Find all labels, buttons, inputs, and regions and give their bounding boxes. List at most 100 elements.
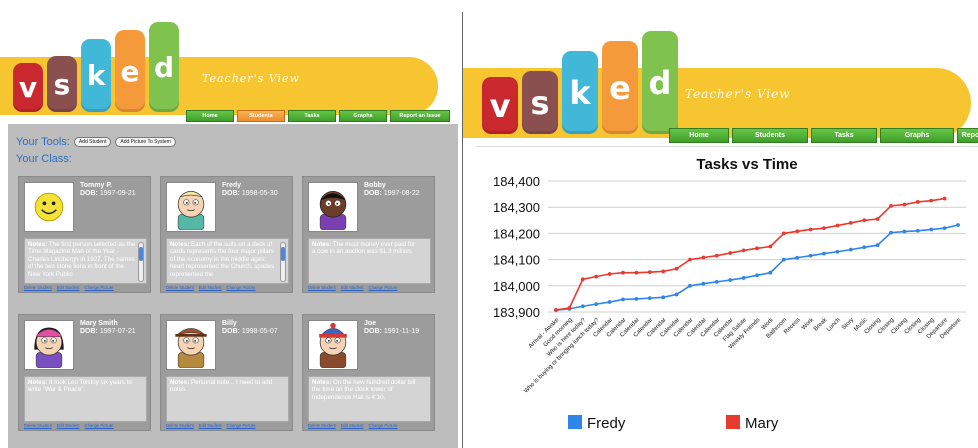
y-tick-label: 183,900: [493, 305, 540, 320]
notes-label: Notes:: [312, 379, 332, 386]
data-point-fredy: [674, 292, 679, 297]
edit-student-link[interactable]: Edit Student: [199, 423, 222, 428]
series-line-mary: [555, 197, 945, 311]
legend-label-mary: Mary: [745, 415, 779, 432]
nav-tab-students[interactable]: Students: [732, 128, 808, 143]
student-photo[interactable]: [166, 182, 216, 232]
nav-tab-report-an-issue[interactable]: Report an Issue: [957, 128, 978, 143]
edit-student-link[interactable]: Edit Student: [57, 285, 80, 290]
dob-value: 1991-11-19: [383, 328, 420, 335]
data-point-fredy: [862, 245, 867, 250]
delete-student-link[interactable]: Delete Student: [308, 423, 336, 428]
data-point-fredy: [580, 304, 585, 309]
student-photo[interactable]: [308, 320, 358, 370]
notes-label: Notes:: [312, 241, 332, 248]
data-point-mary: [701, 255, 706, 260]
nav-tab-tasks[interactable]: Tasks: [288, 110, 336, 122]
edit-student-link[interactable]: Edit Student: [341, 285, 364, 290]
chart-title: Tasks vs Time: [696, 156, 797, 173]
scrollbar-thumb[interactable]: [139, 247, 143, 261]
data-point-fredy: [929, 227, 934, 232]
data-point-fredy: [889, 230, 893, 235]
student-name: Bobby: [364, 182, 386, 189]
notes-label: Notes:: [170, 379, 190, 386]
student-dob: DOB: 1998-05-07: [222, 328, 278, 335]
nav-tab-home[interactable]: Home: [669, 128, 729, 143]
nav-tab-graphs[interactable]: Graphs: [880, 128, 954, 143]
data-point-mary: [714, 253, 719, 258]
data-point-fredy: [647, 296, 652, 301]
logo-letter-d: d: [642, 31, 678, 134]
data-point-mary: [929, 198, 934, 203]
data-point-fredy: [902, 229, 907, 234]
delete-student-link[interactable]: Delete Student: [166, 423, 194, 428]
edit-student-link[interactable]: Edit Student: [57, 423, 80, 428]
add-student-button[interactable]: Add Student: [73, 137, 112, 147]
delete-student-link[interactable]: Delete Student: [308, 285, 336, 290]
data-point-mary: [822, 226, 826, 231]
student-actions: Delete Student Edit Student Change Picture: [308, 285, 397, 290]
main-nav: HomeStudentsTasksGraphsReport an Issue: [186, 110, 450, 122]
change-picture-link[interactable]: Change Picture: [85, 285, 114, 290]
student-name: Tommy P.: [80, 182, 113, 189]
change-picture-link[interactable]: Change Picture: [227, 423, 256, 428]
nav-tab-tasks[interactable]: Tasks: [811, 128, 877, 143]
student-dob: DOB: 1997-09-21: [80, 190, 136, 197]
data-point-mary: [862, 218, 867, 223]
student-notes: Notes: The first person selected as the …: [24, 238, 147, 284]
student-dob: DOB: 1998-05-30: [222, 190, 278, 197]
data-point-fredy: [915, 228, 920, 233]
tasks-vs-time-chart: Tasks vs Time 183,900 184,000 184,100 184,20…: [493, 156, 966, 432]
nav-tab-graphs[interactable]: Graphs: [339, 110, 387, 122]
data-point-mary: [647, 270, 652, 275]
data-point-fredy: [808, 253, 813, 258]
scrollbar-thumb[interactable]: [281, 247, 285, 261]
students-content: Your Tools: Add Student Add Picture To S…: [8, 124, 458, 448]
student-notes: Notes: Each of the suits on a deck of ca…: [166, 238, 289, 284]
student-notes: Notes: Personal note... I need to add no…: [166, 376, 289, 422]
nav-tab-report-an-issue[interactable]: Report an Issue: [390, 110, 450, 122]
data-point-mary: [554, 308, 558, 312]
delete-student-link[interactable]: Delete Student: [24, 285, 52, 290]
dob-label: DOB:: [364, 190, 382, 197]
data-point-fredy: [795, 255, 800, 260]
y-tick-label: 184,400: [493, 174, 540, 189]
data-point-fredy: [755, 273, 759, 278]
data-point-fredy: [835, 249, 840, 254]
data-point-fredy: [714, 279, 719, 284]
add-picture-button[interactable]: Add Picture To System: [115, 137, 176, 147]
data-point-mary: [875, 217, 880, 221]
edit-student-link[interactable]: Edit Student: [199, 285, 222, 290]
legend-swatch-mary: [726, 415, 740, 429]
data-point-mary: [728, 251, 733, 255]
student-name: Mary Smith: [80, 320, 118, 327]
logo-letter-e: e: [602, 41, 638, 134]
notes-scrollbar[interactable]: [138, 242, 144, 282]
student-photo[interactable]: [308, 182, 358, 232]
chart-container: Tasks vs Time 183,900 184,000 184,100 184,20…: [476, 146, 978, 448]
nav-tab-home[interactable]: Home: [186, 110, 234, 122]
student-card: Tommy P. DOB: 1997-09-21 Notes: The first …: [18, 176, 151, 293]
student-photo[interactable]: [166, 320, 216, 370]
dob-value: 1997-07-21: [99, 328, 136, 335]
data-point-fredy: [822, 251, 826, 256]
dob-value: 1997-08-22: [383, 190, 420, 197]
edit-student-link[interactable]: Edit Student: [341, 423, 364, 428]
data-point-mary: [567, 306, 572, 310]
nav-tab-students[interactable]: Students: [237, 110, 285, 122]
delete-student-link[interactable]: Delete Student: [24, 423, 52, 428]
change-picture-link[interactable]: Change Picture: [369, 423, 398, 428]
change-picture-link[interactable]: Change Picture: [85, 423, 114, 428]
change-picture-link[interactable]: Change Picture: [369, 285, 398, 290]
student-dob: DOB: 1991-11-19: [364, 328, 419, 335]
dob-label: DOB:: [80, 328, 98, 335]
data-point-fredy: [875, 243, 880, 248]
data-point-mary: [768, 244, 773, 249]
screen: vsked Teacher's View Home Students Tasks Gr…: [0, 0, 978, 448]
student-photo[interactable]: [24, 182, 74, 232]
student-photo[interactable]: [24, 320, 74, 370]
delete-student-link[interactable]: Delete Student: [166, 285, 194, 290]
change-picture-link[interactable]: Change Picture: [227, 285, 256, 290]
student-name: Fredy: [222, 182, 242, 189]
notes-scrollbar[interactable]: [280, 242, 286, 282]
